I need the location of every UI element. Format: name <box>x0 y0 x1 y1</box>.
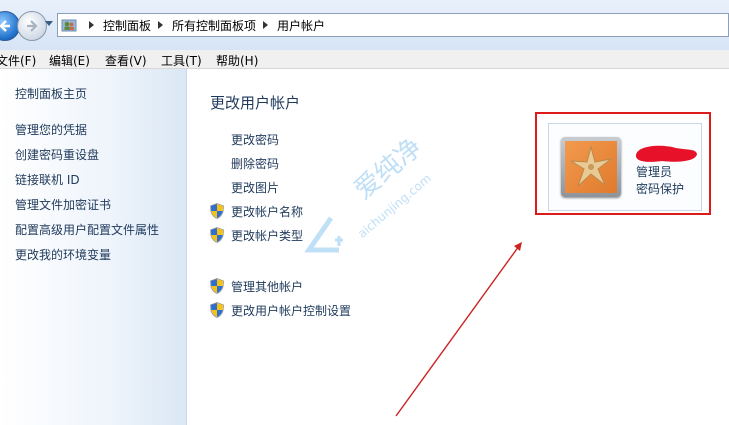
uac-shield-icon <box>210 203 224 219</box>
breadcrumb-chevron-icon[interactable] <box>89 21 94 29</box>
address-box[interactable]: 控制面板 所有控制面板项 用户帐户 <box>57 13 729 37</box>
sidebar-link-online-id[interactable]: 链接联机 ID <box>15 171 80 188</box>
breadcrumb-chevron-icon[interactable] <box>158 21 164 29</box>
sidebar-link-environment-variables[interactable]: 更改我的环境变量 <box>15 246 111 263</box>
watermark-logo-icon <box>304 216 343 253</box>
uac-shield-icon <box>210 227 224 243</box>
task-manage-other-accounts[interactable]: 管理其他帐户 <box>231 278 303 295</box>
forward-arrow-icon <box>27 20 38 32</box>
breadcrumb-item-control-panel[interactable]: 控制面板 <box>103 17 151 34</box>
menu-help[interactable]: 帮助(H) <box>216 52 258 69</box>
page-title: 更改用户帐户 <box>210 94 301 112</box>
recent-pages-dropdown[interactable] <box>45 21 53 26</box>
menu-file[interactable]: 文件(F) <box>0 52 36 69</box>
sidebar-link-manage-credentials[interactable]: 管理您的凭据 <box>15 121 87 138</box>
uac-shield-icon <box>210 302 224 318</box>
breadcrumb-item-all-items[interactable]: 所有控制面板项 <box>172 17 256 34</box>
menu-view[interactable]: 查看(V) <box>105 52 147 69</box>
highlight-box <box>535 112 711 215</box>
forward-button[interactable] <box>17 11 47 41</box>
breadcrumb-item-user-accounts[interactable]: 用户帐户 <box>277 17 325 34</box>
task-change-uac-settings[interactable]: 更改用户帐户控制设置 <box>231 302 351 319</box>
menu-edit[interactable]: 编辑(E) <box>49 52 90 69</box>
address-bar: 控制面板 所有控制面板项 用户帐户 <box>0 0 729 51</box>
task-remove-password[interactable]: 删除密码 <box>231 155 279 172</box>
sidebar-link-encryption-certs[interactable]: 管理文件加密证书 <box>15 196 111 213</box>
task-change-picture[interactable]: 更改图片 <box>231 179 279 196</box>
sidebar-link-advanced-profile[interactable]: 配置高级用户配置文件属性 <box>15 221 159 238</box>
back-arrow-icon <box>0 20 10 32</box>
task-change-password[interactable]: 更改密码 <box>231 131 279 148</box>
menu-bar: 文件(F) 编辑(E) 查看(V) 工具(T) 帮助(H) <box>0 50 729 69</box>
sidebar-link-control-panel-home[interactable]: 控制面板主页 <box>15 85 87 102</box>
breadcrumb-chevron-icon[interactable] <box>263 21 269 29</box>
task-change-account-name[interactable]: 更改帐户名称 <box>231 203 303 220</box>
users-folder-icon <box>61 19 77 32</box>
task-change-account-type[interactable]: 更改帐户类型 <box>231 227 303 244</box>
sidebar-link-password-reset-disk[interactable]: 创建密码重设盘 <box>15 146 99 163</box>
uac-shield-icon <box>210 278 224 294</box>
menu-tools[interactable]: 工具(T) <box>161 52 202 69</box>
breadcrumb: 控制面板 所有控制面板项 用户帐户 <box>82 14 325 36</box>
